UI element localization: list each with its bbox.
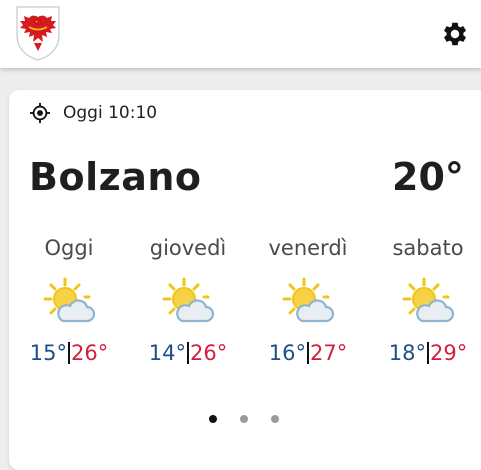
temp-separator [187,342,189,364]
forecast-temps: 16° 27° [253,341,363,365]
min-temperature: 14° [148,341,186,365]
forecast-day-name: venerdì [268,236,348,260]
page-dot-active[interactable] [209,415,217,423]
weather-card[interactable]: Oggi 10:10 Bolzano 20° Oggi 15° 26° giove… [9,90,481,470]
coat-of-arms-logo [16,6,60,61]
temp-separator [427,342,429,364]
forecast-temps: 14° 26° [133,341,243,365]
page-indicator [209,415,302,423]
forecast-temps: 18° 29° [373,341,481,365]
app-bar [0,0,481,68]
partly-sunny-icon [282,277,334,323]
location-crosshair-icon [29,102,51,124]
min-temperature: 18° [388,341,426,365]
min-temperature: 16° [268,341,306,365]
partly-sunny-icon [43,277,95,323]
max-temperature: 26° [71,341,109,365]
max-temperature: 26° [190,341,228,365]
temp-separator [307,342,309,364]
forecast-temps: 15° 26° [14,341,124,365]
forecast-day[interactable]: venerdì 16° 27° [253,235,363,365]
min-temperature: 15° [29,341,67,365]
settings-gear-icon[interactable] [441,20,469,48]
forecast-day-name: Oggi [44,236,94,260]
forecast-day[interactable]: sabato 18° 29° [373,235,481,365]
location-row: Oggi 10:10 [29,102,157,124]
max-temperature: 29° [430,341,468,365]
forecast-day[interactable]: Oggi 15° 26° [14,235,124,365]
observation-time: Oggi 10:10 [63,103,158,123]
forecast-day-name: sabato [392,236,464,260]
page-dot[interactable] [240,415,248,423]
partly-sunny-icon [162,277,214,323]
temp-separator [68,342,70,364]
max-temperature: 27° [310,341,348,365]
page-dot[interactable] [271,415,279,423]
current-temperature: 20° [392,155,464,199]
partly-sunny-icon [402,277,454,323]
forecast-day-name: giovedì [149,236,227,260]
city-name: Bolzano [29,155,202,199]
forecast-day[interactable]: giovedì 14° 26° [133,235,243,365]
